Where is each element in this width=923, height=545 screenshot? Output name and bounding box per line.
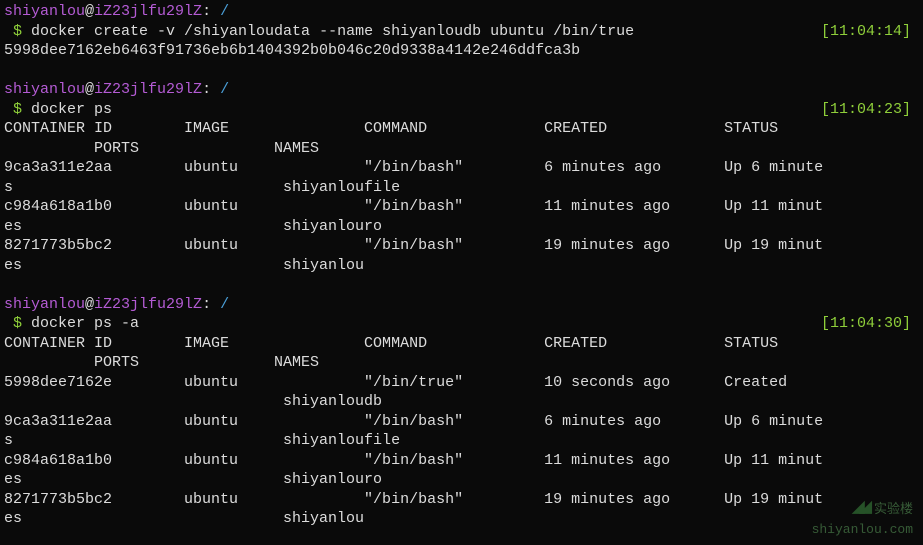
output-line: shiyanloudb bbox=[4, 392, 919, 412]
prompt-line: shiyanlou@iZ23jlfu29lZ: / bbox=[4, 80, 919, 100]
prompt-at: @ bbox=[85, 296, 94, 313]
blank-line bbox=[4, 61, 919, 81]
output-line: es shiyanlouro bbox=[4, 470, 919, 490]
command-line[interactable]: $ docker ps -a [11:04:30] bbox=[4, 314, 919, 334]
timestamp: [11:04:14] bbox=[821, 22, 911, 42]
output-line: es shiyanlouro bbox=[4, 217, 919, 237]
command-text: docker ps bbox=[31, 101, 112, 118]
prompt-path: / bbox=[211, 81, 229, 98]
prompt-symbol: $ bbox=[4, 101, 31, 118]
output-line: 5998dee7162eb6463f91736eb6b1404392b0b046… bbox=[4, 41, 919, 61]
output-line: es shiyanlou bbox=[4, 509, 919, 529]
timestamp: [11:04:30] bbox=[821, 314, 911, 334]
prompt-colon: : bbox=[202, 296, 211, 313]
output-line: PORTS NAMES bbox=[4, 353, 919, 373]
prompt-host: iZ23jlfu29lZ bbox=[94, 296, 202, 313]
output-line: CONTAINER ID IMAGE COMMAND CREATED STATU… bbox=[4, 334, 919, 354]
timestamp: [11:04:23] bbox=[821, 100, 911, 120]
terminal[interactable]: shiyanlou@iZ23jlfu29lZ: / $ docker creat… bbox=[0, 0, 923, 531]
output-line: PORTS NAMES bbox=[4, 139, 919, 159]
prompt-path: / bbox=[211, 3, 229, 20]
output-line: s shiyanloufile bbox=[4, 178, 919, 198]
prompt-line: shiyanlou@iZ23jlfu29lZ: / bbox=[4, 2, 919, 22]
command-line[interactable]: $ docker ps [11:04:23] bbox=[4, 100, 919, 120]
watermark-url: shiyanlou.com bbox=[812, 522, 913, 537]
watermark-logo-icon: ◢◢ bbox=[852, 495, 867, 520]
prompt-path: / bbox=[211, 296, 229, 313]
prompt-colon: : bbox=[202, 3, 211, 20]
prompt-at: @ bbox=[85, 3, 94, 20]
prompt-user: shiyanlou bbox=[4, 81, 85, 98]
prompt-user: shiyanlou bbox=[4, 296, 85, 313]
output-line: 9ca3a311e2aa ubuntu "/bin/bash" 6 minute… bbox=[4, 412, 919, 432]
command-line[interactable]: $ docker create -v /shiyanloudata --name… bbox=[4, 22, 919, 42]
output-line: 8271773b5bc2 ubuntu "/bin/bash" 19 minut… bbox=[4, 490, 919, 510]
output-line: 8271773b5bc2 ubuntu "/bin/bash" 19 minut… bbox=[4, 236, 919, 256]
watermark-text: 实验楼 bbox=[874, 502, 913, 517]
output-line: es shiyanlou bbox=[4, 256, 919, 276]
output-line: c984a618a1b0 ubuntu "/bin/bash" 11 minut… bbox=[4, 451, 919, 471]
output-line: s shiyanloufile bbox=[4, 431, 919, 451]
prompt-colon: : bbox=[202, 81, 211, 98]
prompt-symbol: $ bbox=[4, 23, 31, 40]
prompt-user: shiyanlou bbox=[4, 3, 85, 20]
command-text: docker create -v /shiyanloudata --name s… bbox=[31, 23, 634, 40]
prompt-at: @ bbox=[85, 81, 94, 98]
prompt-line: shiyanlou@iZ23jlfu29lZ: / bbox=[4, 295, 919, 315]
command-text: docker ps -a bbox=[31, 315, 139, 332]
output-line: 5998dee7162e ubuntu "/bin/true" 10 secon… bbox=[4, 373, 919, 393]
output-line: CONTAINER ID IMAGE COMMAND CREATED STATU… bbox=[4, 119, 919, 139]
prompt-symbol: $ bbox=[4, 315, 31, 332]
prompt-host: iZ23jlfu29lZ bbox=[94, 3, 202, 20]
prompt-host: iZ23jlfu29lZ bbox=[94, 81, 202, 98]
output-line: 9ca3a311e2aa ubuntu "/bin/bash" 6 minute… bbox=[4, 158, 919, 178]
watermark: ◢◢ 实验楼 shiyanlou.com bbox=[812, 494, 913, 539]
output-line: c984a618a1b0 ubuntu "/bin/bash" 11 minut… bbox=[4, 197, 919, 217]
blank-line bbox=[4, 275, 919, 295]
